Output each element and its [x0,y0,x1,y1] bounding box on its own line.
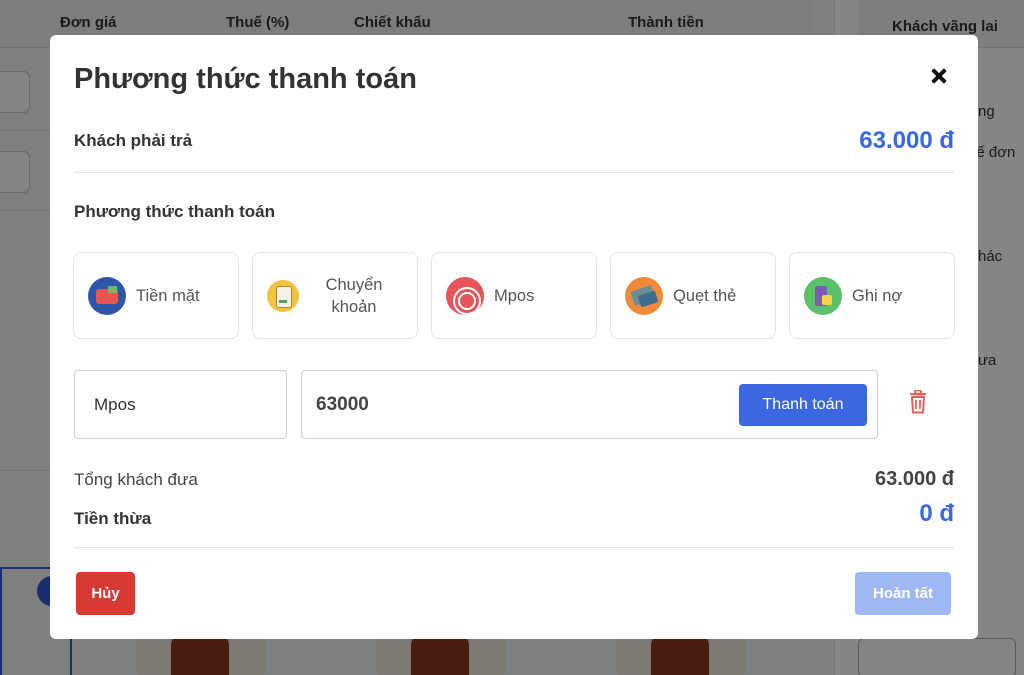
payment-method-label: Quẹt thẻ [673,286,737,305]
trash-icon[interactable] [908,390,928,414]
payment-amount-box: Thanh toán [301,370,878,439]
payment-amount-input[interactable] [316,389,716,421]
divider [74,547,954,548]
cancel-button[interactable]: Hủy [76,572,135,615]
payment-method-debt[interactable]: Ghi nợ [789,252,955,339]
divider [74,172,954,173]
total-paid-label: Tổng khách đưa [74,470,198,489]
total-paid-value: 63.000 đ [875,468,954,490]
finish-button[interactable]: Hoàn tất [855,572,951,615]
mpos-icon [446,276,484,315]
payment-method-label: Chuyển khoản [325,275,383,316]
card-swipe-icon [625,276,663,315]
modal-title: Phương thức thanh toán [74,63,417,95]
payment-method-label: Ghi nợ [852,286,903,305]
bank-transfer-icon [267,279,299,312]
payment-method-modal: Phương thức thanh toán Khách phải trả 63… [50,35,978,639]
wallet-icon [88,276,126,315]
amount-due-value: 63.000 đ [859,127,954,154]
change-label: Tiền thừa [74,509,152,528]
close-icon[interactable] [926,63,952,89]
debt-icon [804,276,842,315]
payment-method-mpos[interactable]: Mpos [431,252,597,339]
payment-methods-label: Phương thức thanh toán [74,202,276,221]
selected-payment-method: Mpos [74,370,287,439]
payment-method-card-swipe[interactable]: Quẹt thẻ [610,252,776,339]
payment-method-label: Mpos [494,286,535,305]
pay-button[interactable]: Thanh toán [739,384,867,426]
amount-due-label: Khách phải trả [74,131,193,150]
payment-method-cash[interactable]: Tiền mặt [73,252,239,339]
change-value: 0 đ [919,500,954,527]
payment-method-bank-transfer[interactable]: Chuyển khoản [252,252,418,339]
payment-method-label: Tiền mặt [136,286,200,305]
